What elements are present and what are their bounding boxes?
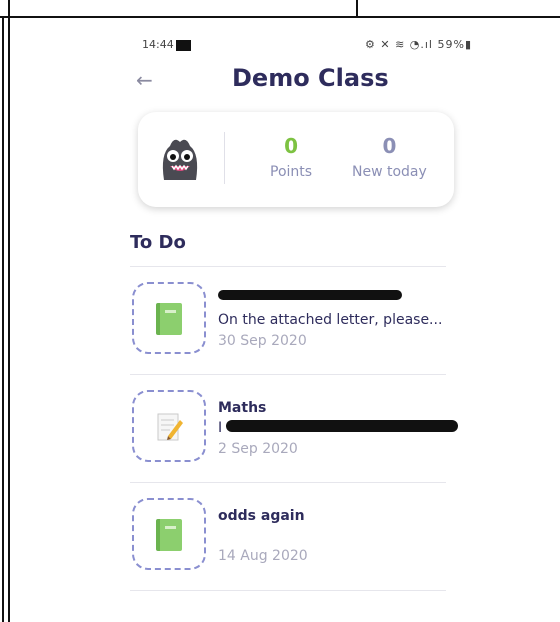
points-label: Points	[270, 164, 313, 180]
redaction-box	[176, 40, 191, 51]
new-today-stat: 0 New today	[352, 134, 427, 180]
todo-item-description: I	[218, 420, 223, 436]
status-icons: ⚙ ✕ ≋ ◔.ıl 59%▮	[365, 38, 472, 51]
todo-item-description: On the attached letter, please...	[218, 312, 443, 328]
redaction-scribble	[218, 290, 402, 300]
page-frame-top	[0, 0, 560, 18]
todo-item[interactable]: On the attached letter, please... 30 Sep…	[130, 278, 460, 370]
back-arrow-icon[interactable]: ←	[136, 68, 153, 92]
divider	[130, 266, 446, 267]
frame-inner-line	[2, 18, 4, 622]
page-frame-left	[0, 0, 10, 622]
divider	[130, 374, 446, 375]
status-bar: 14:44 ⚙ ✕ ≋ ◔.ıl 59%▮	[142, 38, 472, 54]
todo-item-date: 2 Sep 2020	[218, 441, 298, 457]
todo-item-name: odds again	[218, 508, 305, 524]
todo-item-date: 14 Aug 2020	[218, 548, 308, 564]
todo-item[interactable]: odds again 14 Aug 2020	[130, 494, 460, 586]
redaction-scribble	[226, 420, 458, 432]
phone-screen: 14:44 ⚙ ✕ ≋ ◔.ıl 59%▮ ← Demo Class 0 Poi…	[14, 20, 560, 622]
new-today-value: 0	[382, 134, 397, 158]
new-today-label: New today	[352, 164, 427, 180]
todo-item-name: Maths	[218, 400, 267, 416]
divider	[130, 590, 446, 591]
points-stat: 0 Points	[270, 134, 312, 180]
divider	[130, 482, 446, 483]
status-time: 14:44	[142, 38, 174, 51]
notepad-icon	[132, 390, 206, 462]
todo-item[interactable]: Maths I 2 Sep 2020	[130, 386, 460, 478]
points-value: 0	[284, 134, 298, 158]
book-icon	[132, 282, 206, 354]
monster-avatar-icon[interactable]	[156, 134, 204, 184]
todo-heading: To Do	[130, 232, 186, 253]
page-title: Demo Class	[232, 64, 389, 92]
frame-notch	[356, 0, 358, 18]
todo-item-date: 30 Sep 2020	[218, 333, 307, 349]
stats-card: 0 Points 0 New today	[138, 112, 454, 207]
stats-divider	[224, 132, 225, 184]
book-icon	[132, 498, 206, 570]
